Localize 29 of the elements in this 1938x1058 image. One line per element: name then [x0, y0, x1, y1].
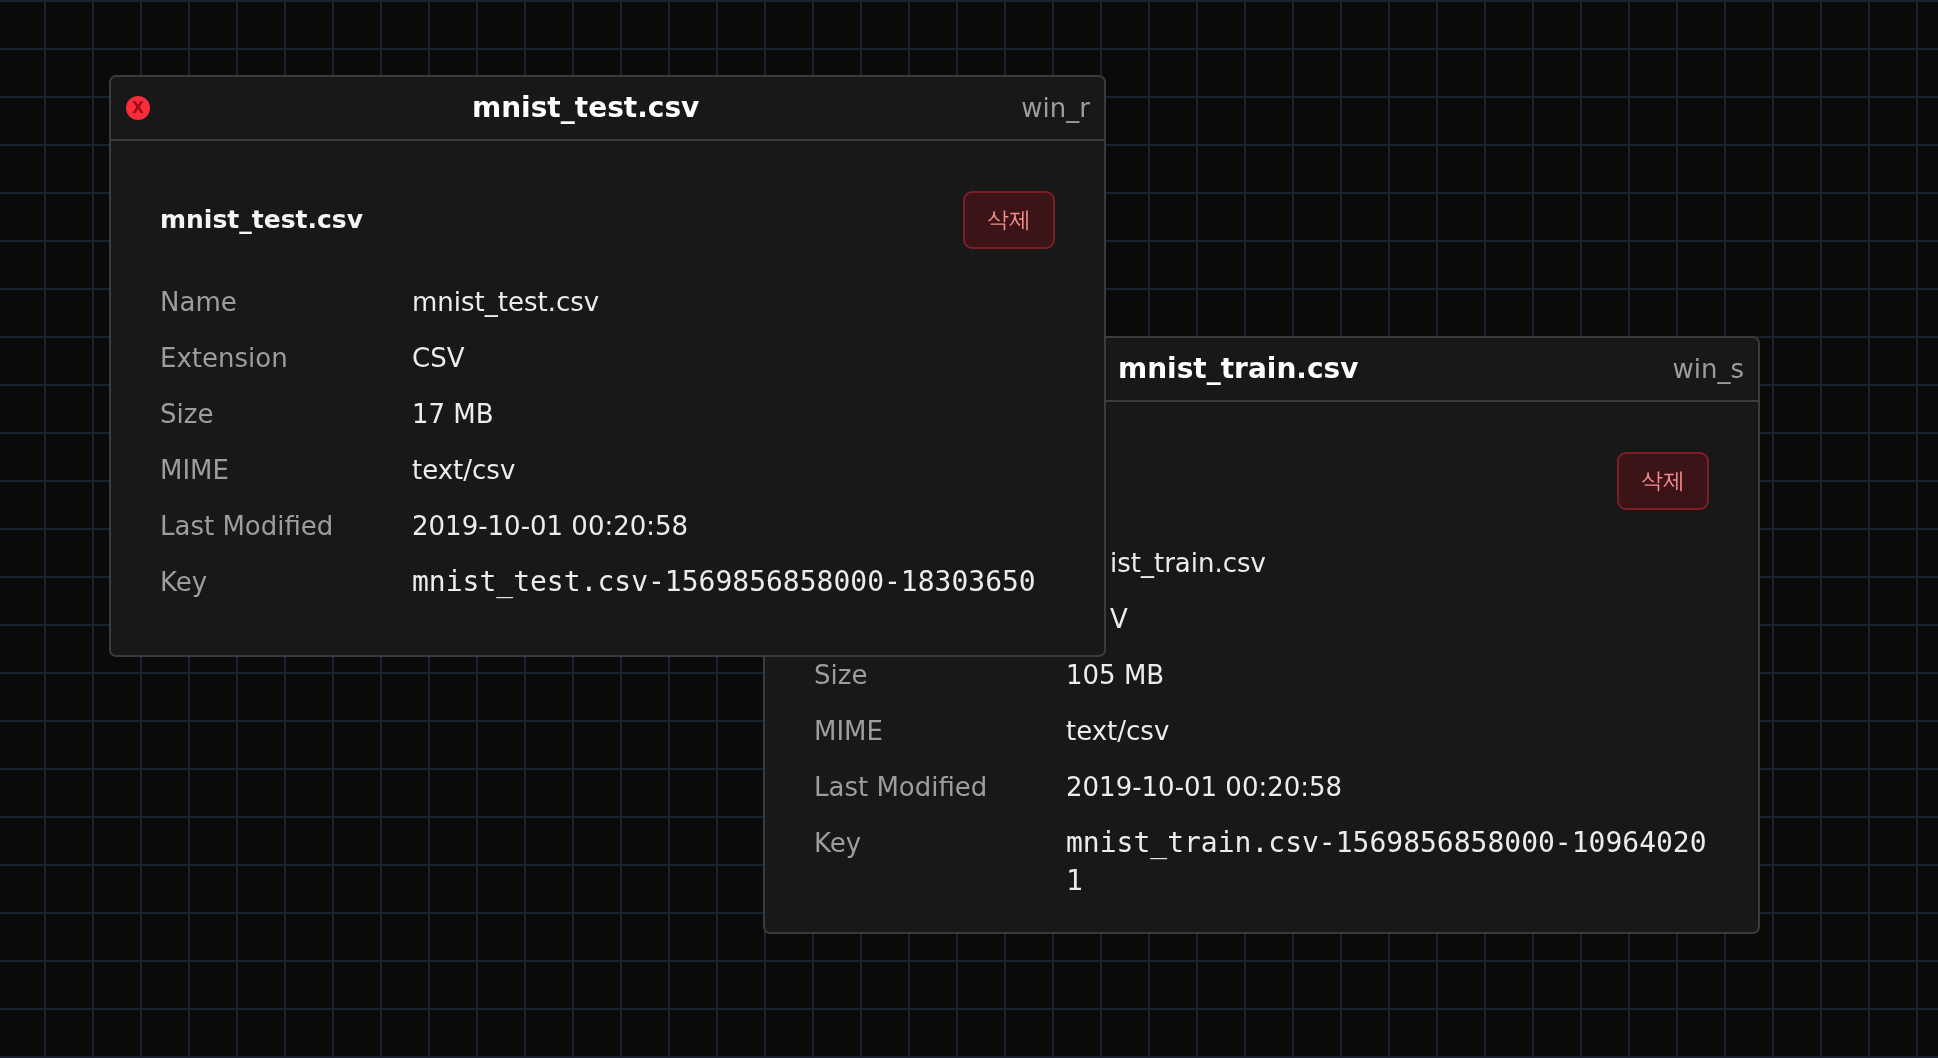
field-label: Last Modified: [814, 771, 988, 804]
window-id: win_r: [1021, 92, 1090, 125]
delete-button[interactable]: 삭제: [1617, 452, 1709, 510]
window-title: mnist_train.csv: [1117, 351, 1359, 387]
field-value: 105 MB: [1066, 659, 1165, 692]
field-value: mnist_test.csv: [412, 286, 600, 319]
field-label: Name: [160, 286, 237, 319]
field-label: MIME: [160, 454, 229, 487]
field-value: CSV: [412, 342, 465, 375]
field-label: Key: [814, 827, 862, 860]
file-name-heading: mnist_test.csv: [160, 204, 363, 236]
field-value: mnist_test.csv-1569856858000-18303650: [412, 564, 1036, 600]
field-value: 2019-10-01 00:20:58: [412, 510, 689, 543]
field-value: V: [1110, 603, 1128, 636]
field-value: mnist_train.csv-1569856858000-109640201: [1066, 825, 1708, 899]
field-label: Key: [160, 566, 208, 599]
window-title: mnist_test.csv: [472, 90, 700, 126]
delete-button[interactable]: 삭제: [963, 191, 1055, 249]
field-value: 2019-10-01 00:20:58: [1066, 771, 1343, 804]
field-label: Last Modified: [160, 510, 334, 543]
field-label: Size: [160, 398, 214, 431]
field-value: text/csv: [412, 454, 516, 487]
field-label: MIME: [814, 715, 883, 748]
field-value: text/csv: [1066, 715, 1170, 748]
window-id: win_s: [1672, 353, 1744, 386]
field-value: 17 MB: [412, 398, 494, 431]
field-value: ist_train.csv: [1110, 547, 1266, 580]
field-label: Extension: [160, 342, 288, 375]
field-label: Size: [814, 659, 868, 692]
